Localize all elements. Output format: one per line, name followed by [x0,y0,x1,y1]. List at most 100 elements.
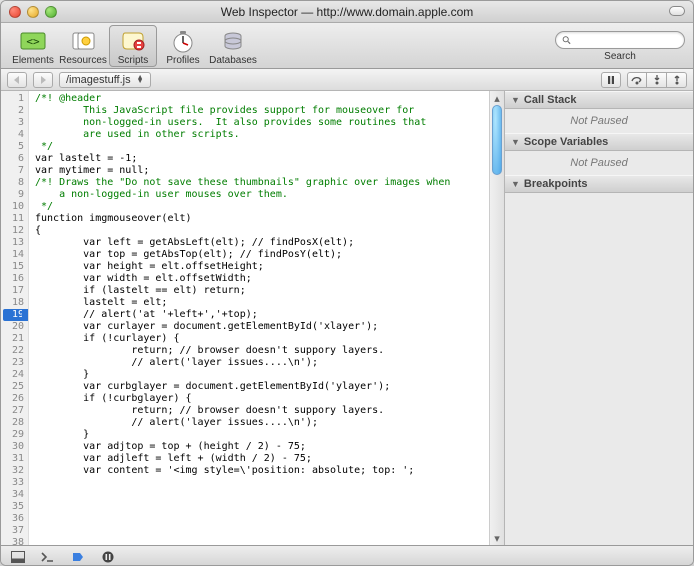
console-button[interactable] [37,549,59,565]
line-number[interactable]: 33 [1,477,28,489]
line-number[interactable]: 6 [1,153,28,165]
line-number[interactable]: 2 [1,105,28,117]
databases-tab[interactable]: Databases [209,25,257,67]
code-line[interactable]: var height = elt.offsetHeight; [35,261,504,273]
code-line[interactable]: var adjleft = left + (width / 2) - 75; [35,453,504,465]
code-line[interactable]: // alert('layer issues....\n'); [35,417,504,429]
scroll-thumb[interactable] [492,105,502,175]
code-line[interactable]: */ [35,201,504,213]
code-line[interactable]: var lastelt = -1; [35,153,504,165]
code-line[interactable]: var top = getAbsTop(elt); // findPosY(el… [35,249,504,261]
line-number[interactable]: 15 [1,261,28,273]
code-line[interactable]: var curlayer = document.getElementById('… [35,321,504,333]
breakpoints-toggle-button[interactable] [67,549,89,565]
back-button[interactable] [7,72,27,88]
pause-on-exceptions-button[interactable] [97,549,119,565]
code-line[interactable]: var left = getAbsLeft(elt); // findPosX(… [35,237,504,249]
line-number[interactable]: 7 [1,165,28,177]
step-out-button[interactable] [667,72,687,88]
line-number[interactable]: 12 [1,225,28,237]
line-number[interactable]: 11 [1,213,28,225]
line-number[interactable]: 29 [1,429,28,441]
line-number[interactable]: 23 [1,357,28,369]
forward-button[interactable] [33,72,53,88]
line-number[interactable]: 28 [1,417,28,429]
code-line[interactable]: } [35,369,504,381]
line-number[interactable]: 17 [1,285,28,297]
step-into-button[interactable] [647,72,667,88]
dock-button[interactable] [7,549,29,565]
line-number[interactable]: 27 [1,405,28,417]
line-number[interactable]: 14 [1,249,28,261]
code-line[interactable]: if (!curbglayer) { [35,393,504,405]
line-gutter[interactable]: 1234567891011121314151617181920212223242… [1,91,29,545]
code-line[interactable]: /*! Draws the "Do not save these thumbna… [35,177,504,189]
line-number[interactable]: 16 [1,273,28,285]
code-line[interactable]: { [35,225,504,237]
line-number[interactable]: 26 [1,393,28,405]
script-path-dropdown[interactable]: /imagestuff.js ▲▼ [59,72,151,88]
code-line[interactable]: if (!curlayer) { [35,333,504,345]
line-number[interactable]: 35 [1,501,28,513]
code-line[interactable]: var width = elt.offsetWidth; [35,273,504,285]
line-number[interactable]: 19 [3,309,28,321]
code-line[interactable]: This JavaScript file provides support fo… [35,105,504,117]
line-number[interactable]: 5 [1,141,28,153]
call-stack-header[interactable]: ▼ Call Stack [505,91,693,109]
code-line[interactable]: // alert('layer issues....\n'); [35,357,504,369]
vertical-scrollbar[interactable]: ▴ ▾ [489,91,504,545]
line-number[interactable]: 13 [1,237,28,249]
code-line[interactable]: if (lastelt == elt) return; [35,285,504,297]
code-line[interactable]: return; // browser doesn't suppory layer… [35,345,504,357]
scripts-tab[interactable]: Scripts [109,25,157,67]
line-number[interactable]: 37 [1,525,28,537]
line-number[interactable]: 9 [1,189,28,201]
line-number[interactable]: 22 [1,345,28,357]
code-line[interactable]: */ [35,141,504,153]
code-line[interactable]: lastelt = elt; [35,297,504,309]
line-number[interactable]: 3 [1,117,28,129]
code-line[interactable]: non-logged-in users. It also provides so… [35,117,504,129]
code-line[interactable]: return; // browser doesn't suppory layer… [35,405,504,417]
line-number[interactable]: 36 [1,513,28,525]
breakpoints-header[interactable]: ▼ Breakpoints [505,175,693,193]
scroll-up-arrow-icon[interactable]: ▴ [490,91,504,105]
code-line[interactable]: var curbglayer = document.getElementById… [35,381,504,393]
code-line[interactable]: a non-logged-in user mouses over them. [35,189,504,201]
code-line[interactable]: var content = '<img style=\'position: ab… [35,465,504,477]
pause-button[interactable] [601,72,621,88]
scripts-icon [118,28,148,54]
line-number[interactable]: 8 [1,177,28,189]
line-number[interactable]: 25 [1,381,28,393]
scope-variables-header[interactable]: ▼ Scope Variables [505,133,693,151]
code-line[interactable]: are used in other scripts. [35,129,504,141]
code-line[interactable]: var adjtop = top + (height / 2) - 75; [35,441,504,453]
code-line[interactable]: /*! @header [35,93,504,105]
line-number[interactable]: 34 [1,489,28,501]
line-number[interactable]: 1 [1,93,28,105]
step-over-button[interactable] [627,72,647,88]
elements-tab[interactable]: <> Elements [9,25,57,67]
line-number[interactable]: 21 [1,333,28,345]
code-body[interactable]: /*! @header This JavaScript file provide… [29,91,504,545]
profiles-tab[interactable]: Profiles [159,25,207,67]
line-number[interactable]: 32 [1,465,28,477]
line-number[interactable]: 24 [1,369,28,381]
search-input[interactable] [575,34,678,46]
line-number[interactable]: 30 [1,441,28,453]
line-number[interactable]: 20 [1,321,28,333]
search-field[interactable] [555,31,685,49]
code-line[interactable]: // alert('at '+left+','+top); [35,309,504,321]
toolbar-toggle-button[interactable] [669,6,685,16]
code-line[interactable]: function imgmouseover(elt) [35,213,504,225]
line-number[interactable]: 38 [1,537,28,545]
line-number[interactable]: 10 [1,201,28,213]
scroll-down-arrow-icon[interactable]: ▾ [490,531,504,545]
line-number[interactable]: 4 [1,129,28,141]
code-line[interactable]: } [35,429,504,441]
search-area: Search [555,31,685,62]
resources-tab[interactable]: Resources [59,25,107,67]
line-number[interactable]: 31 [1,453,28,465]
code-line[interactable]: var mytimer = null; [35,165,504,177]
line-number[interactable]: 18 [1,297,28,309]
